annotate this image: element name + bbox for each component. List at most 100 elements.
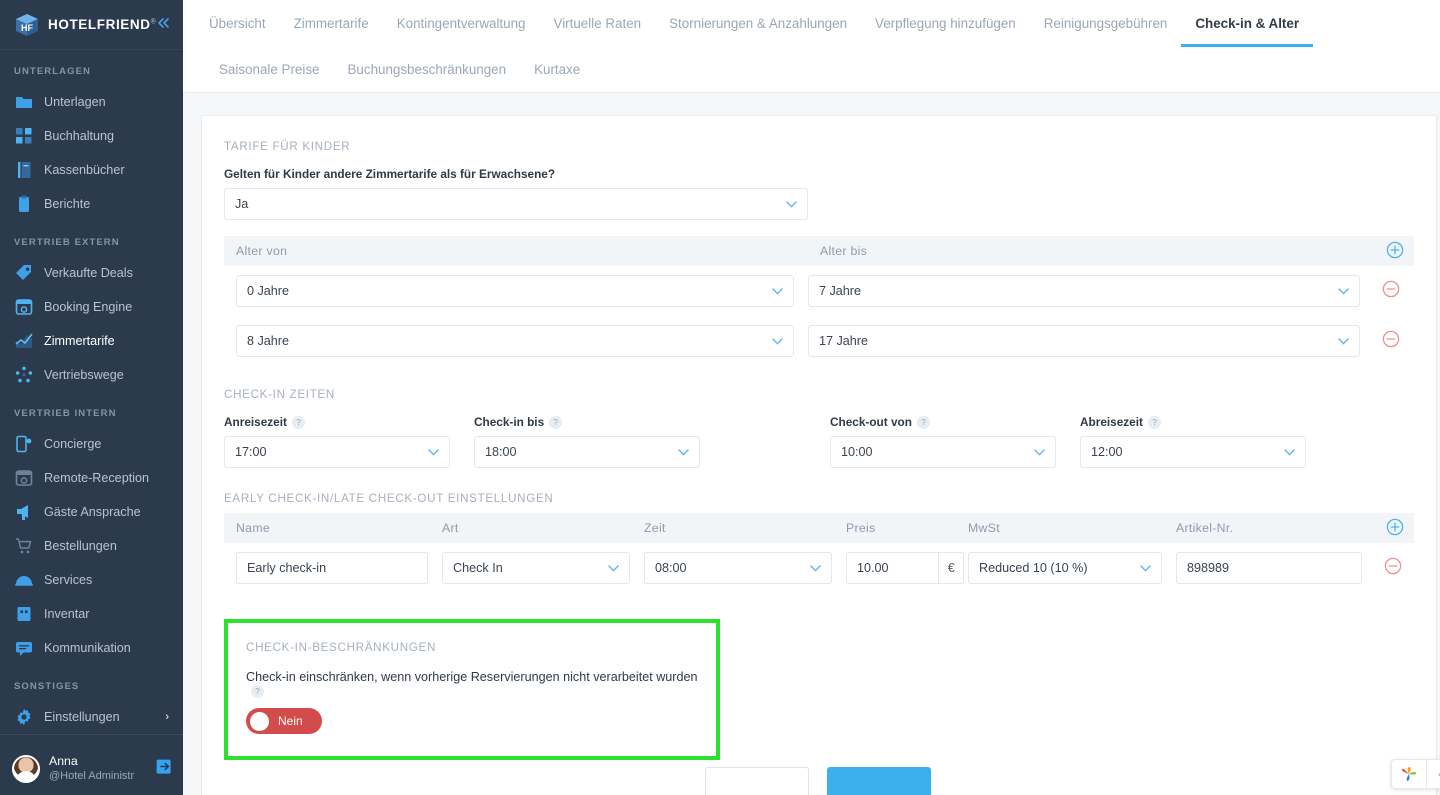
tab-uebersicht[interactable]: Übersicht: [205, 0, 280, 47]
remote-reception-icon: [14, 469, 33, 488]
checkin-bis-label: Check-in bis?: [474, 415, 700, 429]
ec-header-artikel-nr: Artikel-Nr.: [1176, 521, 1234, 535]
sidebar-group-label: SONSTIGES: [14, 681, 80, 692]
checkin-bis-select[interactable]: 18:00: [474, 436, 700, 468]
sidebar-item-remote-reception[interactable]: Remote-Reception: [0, 461, 183, 495]
sidebar-item-kassenbuecher[interactable]: Kassenbücher: [0, 153, 183, 187]
age-from-select[interactable]: 8 Jahre: [236, 325, 794, 357]
chevron-left-icon[interactable]: ‹: [1427, 767, 1440, 781]
checkout-von-label-text: Check-out von: [830, 415, 912, 429]
ec-artikel-nr-input[interactable]: 898989: [1176, 552, 1362, 584]
ec-zeit-cell: 08:00: [644, 552, 846, 584]
corner-widget[interactable]: ‹: [1391, 759, 1440, 789]
sidebar-item-unterlagen[interactable]: Unterlagen: [0, 85, 183, 119]
sidebar-item-bestellungen[interactable]: Bestellungen: [0, 529, 183, 563]
sidebar-item-kommunikation[interactable]: Kommunikation: [0, 631, 183, 665]
field-checkin-bis: Check-in bis? 18:00: [474, 415, 700, 468]
question-mark-icon[interactable]: ?: [291, 415, 305, 429]
plus-circle-icon[interactable]: [1386, 518, 1404, 539]
age-from-select[interactable]: 0 Jahre: [236, 275, 794, 307]
app-root: HF HOTELFRIEND® UNTERLAGEN Unterlagen Bu…: [0, 0, 1440, 795]
question-mark-icon[interactable]: ?: [549, 415, 563, 429]
remove-row-action[interactable]: [1374, 330, 1408, 353]
sidebar-item-berichte[interactable]: Berichte: [0, 187, 183, 221]
user-role: @Hotel Administr: [49, 769, 135, 782]
ec-header-art: Art: [442, 521, 459, 535]
cancel-button[interactable]: [705, 767, 809, 795]
tab-reinigungsgebuehren[interactable]: Reinigungsgebühren: [1030, 0, 1182, 47]
question-mark-icon[interactable]: ?: [251, 684, 264, 698]
sidebar-item-services[interactable]: Services: [0, 563, 183, 597]
remove-row-action[interactable]: [1376, 557, 1410, 580]
tab-buchungsbeschraenkungen[interactable]: Buchungsbeschränkungen: [334, 46, 521, 93]
chevrons-left-icon[interactable]: [156, 16, 176, 33]
svg-text:HF: HF: [21, 23, 33, 33]
sidebar-item-vertriebswege[interactable]: Vertriebswege: [0, 358, 183, 392]
logout-arrow-icon[interactable]: [156, 758, 173, 780]
ec-header-name: Name: [236, 521, 271, 535]
ec-name-input[interactable]: Early check-in: [236, 552, 428, 584]
sidebar-item-buchhaltung[interactable]: Buchhaltung: [0, 119, 183, 153]
minus-circle-icon[interactable]: [1384, 557, 1402, 580]
chat-bubble-icon: [14, 639, 33, 658]
folder-icon: [14, 93, 33, 112]
minus-circle-icon[interactable]: [1382, 330, 1400, 353]
early-checkin-table: Name Art Zeit Preis MwSt Artikel-Nr. Ear…: [224, 513, 1414, 593]
chevron-down-icon: [1338, 337, 1349, 345]
sidebar-item-label: Gäste Ansprache: [44, 505, 141, 519]
question-mark-icon[interactable]: ?: [916, 415, 930, 429]
save-button[interactable]: [827, 767, 931, 795]
sidebar-item-booking-engine[interactable]: Booking Engine: [0, 290, 183, 324]
sidebar-group-label: VERTRIEB INTERN: [14, 408, 117, 419]
age-to-select[interactable]: 7 Jahre: [808, 275, 1360, 307]
checkin-bis-label-text: Check-in bis: [474, 415, 545, 429]
abreisezeit-select[interactable]: 12:00: [1080, 436, 1306, 468]
children-rates-select[interactable]: Ja: [224, 188, 808, 220]
anreisezeit-select[interactable]: 17:00: [224, 436, 450, 468]
ec-art-select[interactable]: Check In: [442, 552, 630, 584]
remove-row-action[interactable]: [1374, 280, 1408, 303]
chevron-down-icon: [608, 564, 619, 572]
sidebar-item-gaeste-ansprache[interactable]: Gäste Ansprache: [0, 495, 183, 529]
sidebar-user-block[interactable]: Anna @Hotel Administr: [0, 743, 183, 795]
plus-circle-icon[interactable]: [1386, 241, 1404, 262]
tab-virtuelle-raten[interactable]: Virtuelle Raten: [540, 0, 656, 47]
ages-header-to: Alter bis: [820, 244, 868, 258]
age-to-select[interactable]: 17 Jahre: [808, 325, 1360, 357]
tab-stornierungen-anzahlungen[interactable]: Stornierungen & Anzahlungen: [655, 0, 861, 47]
sidebar-item-zimmertarife[interactable]: Zimmertarife: [0, 324, 183, 358]
sidebar: HF HOTELFRIEND® UNTERLAGEN Unterlagen Bu…: [0, 0, 183, 795]
user-name: Anna: [49, 754, 78, 769]
shopping-cart-icon: [14, 537, 33, 556]
ec-mwst-select[interactable]: Reduced 10 (10 %): [968, 552, 1162, 584]
ec-preis-input[interactable]: 10.00: [846, 552, 939, 584]
toggle-label: Nein: [278, 714, 303, 728]
minus-circle-icon[interactable]: [1382, 280, 1400, 303]
tab-zimmertarife[interactable]: Zimmertarife: [280, 0, 383, 47]
tab-checkin-alter[interactable]: Check-in & Alter: [1181, 0, 1314, 47]
ec-art-cell: Check In: [442, 552, 644, 584]
checkin-restrictions-toggle[interactable]: Nein: [246, 708, 322, 734]
tab-kurtaxe[interactable]: Kurtaxe: [520, 46, 594, 93]
ec-header-zeit: Zeit: [644, 521, 666, 535]
abreisezeit-value: 12:00: [1091, 445, 1123, 459]
yandex-leaf-icon[interactable]: [1392, 764, 1426, 784]
sidebar-group-label: VERTRIEB EXTERN: [14, 237, 120, 248]
sidebar-item-einstellungen[interactable]: Einstellungen ›: [0, 700, 183, 734]
sidebar-item-verkaufte-deals[interactable]: Verkaufte Deals: [0, 256, 183, 290]
ec-zeit-select[interactable]: 08:00: [644, 552, 832, 584]
sidebar-item-inventar[interactable]: Inventar: [0, 597, 183, 631]
age-from-value: 8 Jahre: [247, 334, 290, 348]
gear-icon: [14, 708, 33, 727]
ec-header-preis: Preis: [846, 521, 876, 535]
inventory-building-icon: [14, 605, 33, 624]
sidebar-item-label: Unterlagen: [44, 95, 106, 109]
checkout-von-select[interactable]: 10:00: [830, 436, 1056, 468]
tab-kontingentverwaltung[interactable]: Kontingentverwaltung: [383, 0, 540, 47]
tab-verpflegung-hinzufuegen[interactable]: Verpflegung hinzufügen: [861, 0, 1030, 47]
field-abreisezeit: Abreisezeit? 12:00: [1080, 415, 1306, 468]
sidebar-item-concierge[interactable]: Concierge: [0, 427, 183, 461]
question-mark-icon[interactable]: ?: [1147, 415, 1161, 429]
ages-table-header: Alter von Alter bis: [224, 236, 1414, 266]
tab-saisonale-preise[interactable]: Saisonale Preise: [205, 46, 334, 93]
